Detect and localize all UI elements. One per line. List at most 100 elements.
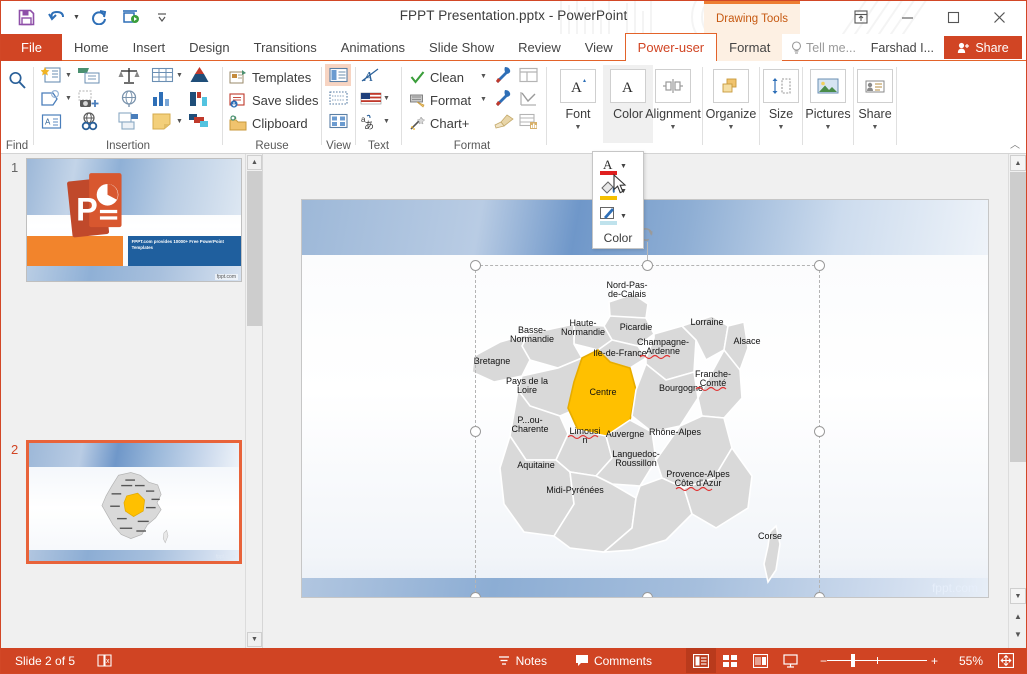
font-button[interactable]: A Font ▼	[553, 65, 603, 143]
clean-button[interactable]: Clean	[410, 66, 466, 89]
tell-me-search[interactable]: Tell me...	[791, 34, 856, 61]
maximize-icon[interactable]	[930, 1, 976, 33]
tab-home[interactable]: Home	[62, 34, 121, 61]
text-translate-icon[interactable]: aあ	[358, 110, 384, 132]
chart-plus-button[interactable]: Chart+	[410, 112, 471, 135]
insert-textbox-icon[interactable]: A	[38, 110, 64, 132]
insert-slide-icon[interactable]	[38, 64, 64, 86]
selection-handle-middle-left[interactable]	[470, 426, 481, 437]
line-color-item[interactable]: ▼	[599, 205, 643, 227]
canvas-scrollbar[interactable]: ▲ ▼ ▲ ▼	[1008, 154, 1026, 648]
insert-map-icon[interactable]	[116, 87, 142, 109]
view-thumbs-icon[interactable]	[325, 110, 351, 132]
insert-overlay-icon[interactable]	[186, 110, 212, 132]
insert-shape-icon[interactable]	[38, 87, 64, 109]
pictures-caret-icon[interactable]: ▼	[825, 124, 832, 131]
text-style-icon[interactable]: A	[358, 64, 384, 86]
tab-format[interactable]: Format	[717, 34, 782, 61]
close-icon[interactable]	[976, 1, 1022, 33]
size-button[interactable]: Size ▼	[761, 65, 801, 143]
table-format-icon[interactable]	[515, 110, 541, 132]
insert-table-caret-icon[interactable]: ▼	[176, 72, 183, 79]
clean-caret-icon[interactable]: ▼	[480, 73, 487, 80]
trendline-icon[interactable]	[515, 87, 541, 109]
slide-preview-2[interactable]: fppt.com	[26, 440, 242, 564]
insert-chart-icon[interactable]	[149, 87, 175, 109]
slide-sorter-button[interactable]	[716, 648, 746, 673]
font-color-caret-icon[interactable]: ▼	[620, 163, 627, 170]
slide-thumbnail-2[interactable]: 2 fppt.com	[1, 436, 262, 577]
next-slide-icon[interactable]: ▼	[1012, 628, 1024, 640]
tab-transitions[interactable]: Transitions	[242, 34, 329, 61]
insert-hyperlink-icon[interactable]	[76, 110, 102, 132]
fit-slide-button[interactable]	[998, 653, 1014, 668]
zoom-level[interactable]: 55%	[954, 654, 988, 668]
tab-power-user[interactable]: Power-user	[625, 33, 717, 61]
share-ribbon-caret-icon[interactable]: ▼	[872, 124, 879, 131]
normal-view-button[interactable]	[686, 648, 716, 673]
slide-canvas[interactable]: fppt.com	[302, 200, 988, 597]
selection-handle-middle-right[interactable]	[814, 426, 825, 437]
zoom-in-button[interactable]: +	[931, 654, 938, 668]
insert-sticky-note-icon[interactable]	[149, 110, 175, 132]
minimize-icon[interactable]	[884, 1, 930, 33]
scroll-up-icon[interactable]: ▲	[1010, 155, 1026, 171]
selection-handle-bottom-left[interactable]	[470, 592, 481, 597]
selection-handle-top-center[interactable]	[642, 260, 653, 271]
tab-animations[interactable]: Animations	[329, 34, 417, 61]
organize-button[interactable]: Organize ▼	[704, 65, 758, 143]
insert-waterfall-icon[interactable]	[186, 87, 212, 109]
zoom-out-button[interactable]: −	[820, 654, 827, 668]
thumbnail-scrollbar[interactable]: ▲ ▼	[245, 154, 262, 648]
thumbnail-scroll-up-icon[interactable]: ▲	[247, 155, 262, 170]
insert-slide-caret-icon[interactable]: ▼	[65, 72, 72, 79]
collapse-ribbon-icon[interactable]: ︿	[1010, 136, 1020, 151]
insert-screenshot-icon[interactable]	[76, 87, 102, 109]
insert-pyramid-icon[interactable]	[186, 64, 212, 86]
slideshow-button[interactable]	[776, 648, 806, 673]
comments-button[interactable]: Comments	[575, 654, 652, 668]
alignment-button[interactable]: Alignment ▼	[645, 65, 701, 143]
tab-design[interactable]: Design	[177, 34, 241, 61]
view-grid-icon[interactable]	[325, 87, 351, 109]
view-layout-icon[interactable]	[325, 64, 351, 86]
tab-file[interactable]: File	[1, 34, 62, 61]
selection-handle-bottom-center[interactable]	[642, 592, 653, 597]
format-button[interactable]: Format	[410, 89, 473, 112]
save-slides-button[interactable]: Save slides	[229, 89, 320, 112]
templates-button[interactable]: Templates	[229, 66, 313, 89]
share-ribbon-button[interactable]: Share ▼	[855, 65, 895, 143]
text-language-caret-icon[interactable]: ▼	[383, 95, 390, 102]
insert-balance-icon[interactable]	[116, 64, 142, 86]
font-caret-icon[interactable]: ▼	[575, 124, 582, 131]
eyedropper-1-icon[interactable]	[490, 64, 516, 86]
guides-icon[interactable]	[515, 64, 541, 86]
text-language-icon[interactable]	[358, 87, 384, 109]
selection-handle-top-right[interactable]	[814, 260, 825, 271]
slide-thumbnail-1[interactable]: 1 FPPT.com provides 10000+ Free PowerPoi…	[1, 154, 262, 295]
selection-handle-bottom-right[interactable]	[814, 592, 825, 597]
line-color-caret-icon[interactable]: ▼	[620, 213, 627, 220]
user-account[interactable]: Farshad I...	[871, 34, 934, 61]
scroll-down-icon[interactable]: ▼	[1010, 588, 1026, 604]
format-caret-icon[interactable]: ▼	[480, 96, 487, 103]
selection-handle-top-left[interactable]	[470, 260, 481, 271]
tab-insert[interactable]: Insert	[121, 34, 178, 61]
pictures-button[interactable]: Pictures ▼	[804, 65, 852, 143]
proofing-icon[interactable]: x	[97, 653, 114, 668]
share-button[interactable]: Share	[944, 36, 1022, 59]
previous-slide-icon[interactable]: ▲	[1012, 610, 1024, 622]
notes-button[interactable]: Notes	[497, 654, 547, 668]
paintbrush-icon[interactable]	[490, 110, 516, 132]
insert-sticky-caret-icon[interactable]: ▼	[176, 118, 183, 125]
text-translate-caret-icon[interactable]: ▼	[383, 118, 390, 125]
slide-indicator[interactable]: Slide 2 of 5	[15, 654, 75, 668]
zoom-knob[interactable]	[851, 654, 855, 667]
slide-preview-1[interactable]: FPPT.com provides 10000+ Free PowerPoint…	[26, 158, 242, 282]
tab-view[interactable]: View	[573, 34, 625, 61]
size-caret-icon[interactable]: ▼	[778, 124, 785, 131]
clipboard-button[interactable]: Clipboard	[229, 112, 310, 135]
tab-review[interactable]: Review	[506, 34, 573, 61]
ribbon-display-options-icon[interactable]	[838, 1, 884, 33]
thumbnail-scroll-down-icon[interactable]: ▼	[247, 632, 262, 647]
